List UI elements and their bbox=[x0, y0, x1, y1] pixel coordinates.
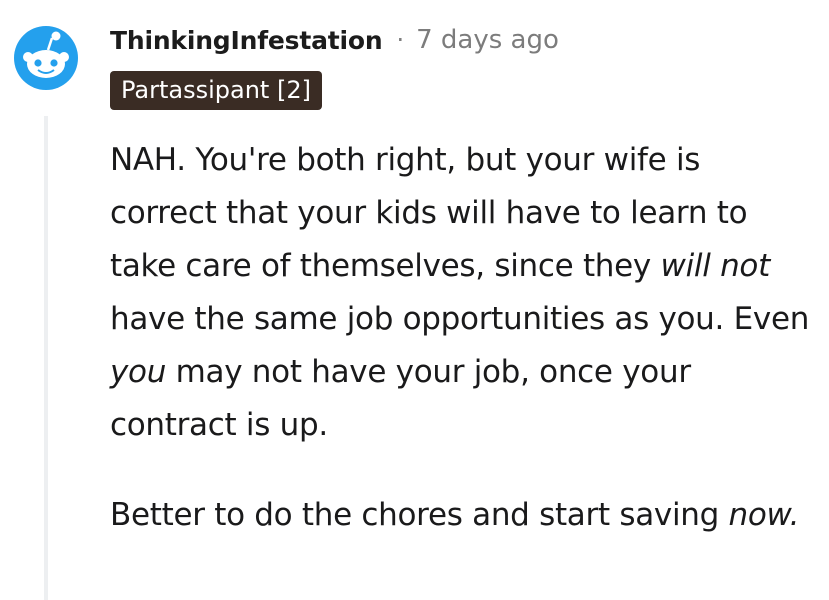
comment-text: have the same job opportunities as you. … bbox=[110, 301, 810, 337]
comment-body: NAH. You're both right, but your wife is… bbox=[110, 134, 815, 542]
comment-emphasis: now. bbox=[728, 497, 800, 533]
username-link[interactable]: ThinkingInfestation bbox=[110, 26, 383, 55]
comment-text: NAH. You're both right, but your wife is… bbox=[110, 142, 748, 284]
thread-collapse-line[interactable] bbox=[44, 116, 48, 600]
comment-emphasis: will not bbox=[660, 248, 771, 284]
comment-paragraph: Better to do the chores and start saving… bbox=[110, 489, 815, 542]
snoo-avatar-icon bbox=[14, 26, 78, 90]
comment-paragraph: NAH. You're both right, but your wife is… bbox=[110, 134, 815, 452]
meta-separator: · bbox=[396, 26, 405, 54]
user-flair-badge: Partassipant [2] bbox=[110, 71, 322, 110]
avatar[interactable] bbox=[14, 26, 78, 90]
comment-timestamp[interactable]: 7 days ago bbox=[416, 25, 559, 55]
comment-text: Better to do the chores and start saving bbox=[110, 497, 729, 533]
comment-header: ThinkingInfestation · 7 days ago bbox=[110, 22, 559, 58]
comment-text: may not have your job, once your contrac… bbox=[110, 354, 691, 443]
comment-emphasis: you bbox=[110, 354, 167, 390]
